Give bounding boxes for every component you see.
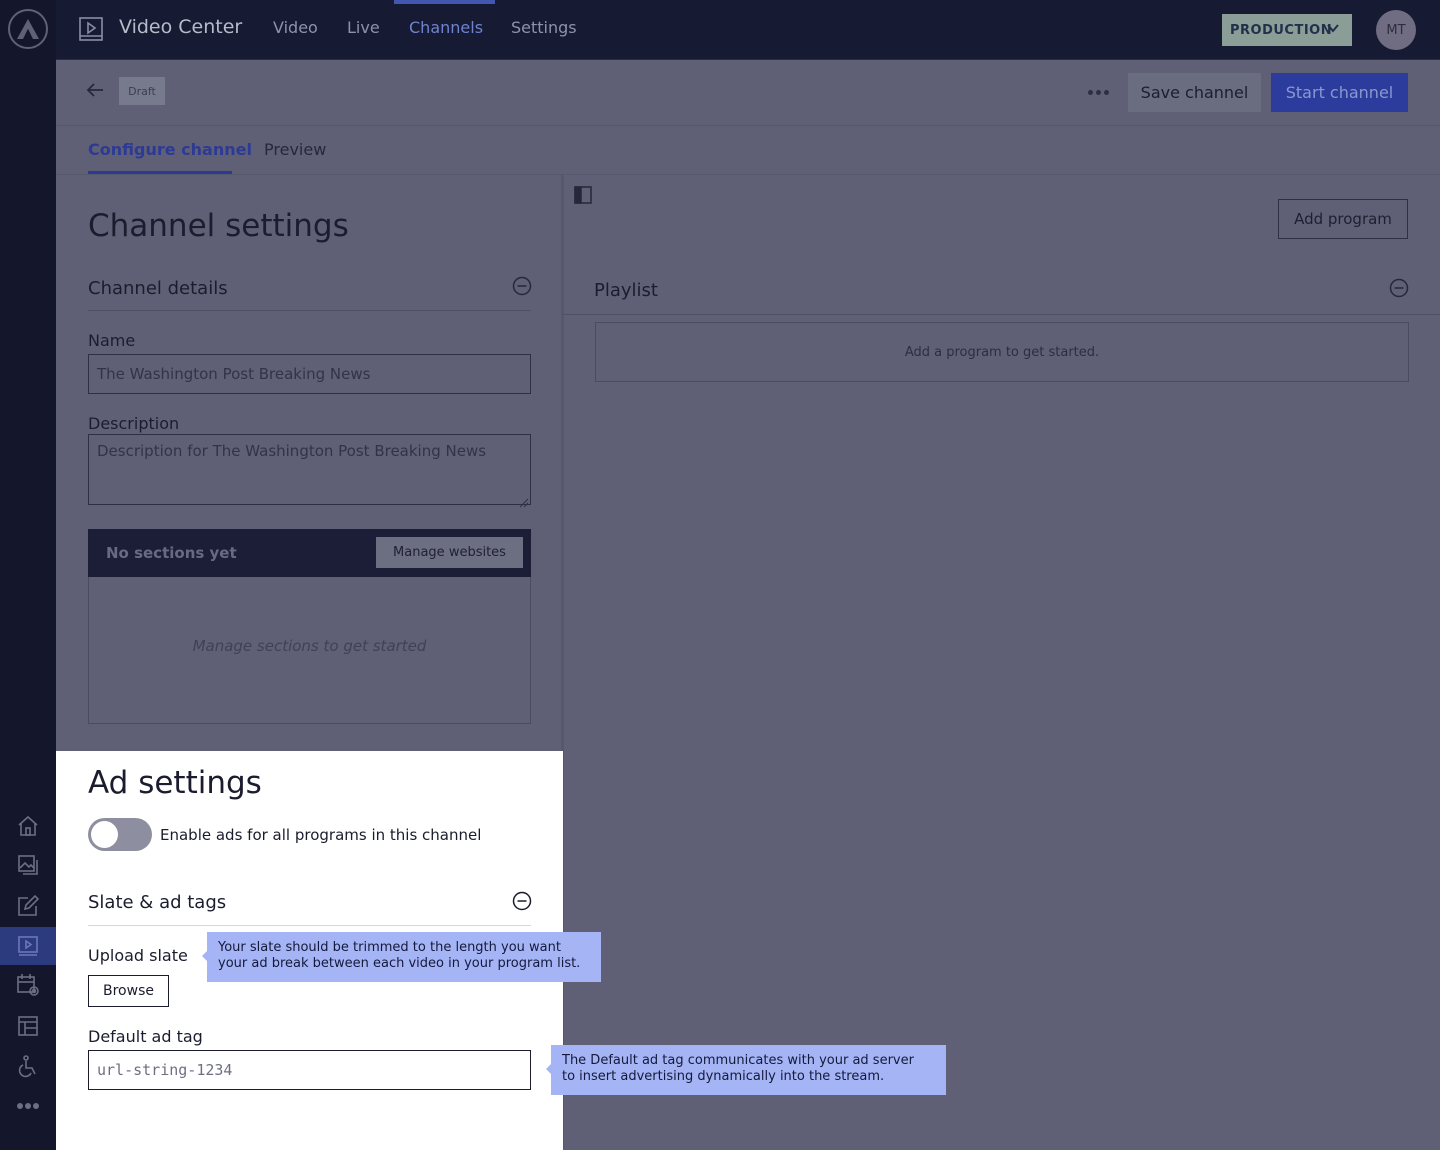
- arc-logo-icon[interactable]: [8, 9, 48, 49]
- user-avatar[interactable]: MT: [1376, 10, 1416, 50]
- video-center-app-icon: [78, 16, 104, 46]
- name-label: Name: [88, 331, 136, 350]
- more-options-icon[interactable]: [1088, 90, 1109, 95]
- upload-slate-label: Upload slate: [88, 946, 188, 965]
- tabs-divider: [56, 174, 1440, 175]
- status-badge: Draft: [119, 77, 165, 105]
- sections-title: No sections yet: [106, 544, 237, 562]
- header-divider: [56, 125, 1440, 126]
- add-program-button[interactable]: Add program: [1278, 199, 1408, 239]
- upload-slate-tooltip: Your slate should be trimmed to the leng…: [202, 932, 601, 982]
- nav-live[interactable]: Live: [347, 18, 380, 37]
- slate-divider: [88, 925, 531, 926]
- playlist-title: Playlist: [594, 280, 658, 301]
- default-ad-tag-label: Default ad tag: [88, 1027, 203, 1046]
- environment-label: PRODUCTION: [1230, 22, 1333, 38]
- video-center-icon[interactable]: [0, 927, 56, 965]
- manage-websites-button[interactable]: Manage websites: [376, 537, 523, 568]
- app-title: Video Center: [119, 16, 243, 38]
- chevron-down-icon: [1326, 21, 1340, 39]
- home-icon[interactable]: [0, 807, 56, 845]
- collapse-minus-icon[interactable]: [512, 276, 532, 300]
- sections-empty-state: Manage sections to get started: [88, 577, 531, 724]
- panel-toggle-icon[interactable]: [574, 186, 592, 208]
- description-textarea[interactable]: Description for The Washington Post Brea…: [88, 434, 531, 505]
- back-arrow-icon[interactable]: [86, 81, 104, 103]
- playlist-collapse-minus-icon[interactable]: [1389, 278, 1409, 302]
- layout-icon[interactable]: [0, 1007, 56, 1045]
- app-rail: [0, 0, 56, 1150]
- default-ad-tag-input[interactable]: url-string-1234: [88, 1050, 531, 1090]
- sections-header: No sections yet Manage websites: [88, 529, 531, 577]
- environment-selector[interactable]: PRODUCTION: [1222, 14, 1352, 46]
- top-nav-bar: Video Center Video Live Channels Setting…: [56, 0, 1440, 60]
- tooltip-line: The Default ad tag communicates with you…: [562, 1053, 914, 1068]
- start-channel-button[interactable]: Start channel: [1271, 73, 1408, 112]
- playlist-empty-state: Add a program to get started.: [595, 322, 1409, 382]
- sections-empty-text: Manage sections to get started: [192, 637, 427, 655]
- tooltip-line: to insert advertising dynamically into t…: [562, 1069, 885, 1084]
- default-ad-tag-tooltip: The Default ad tag communicates with you…: [546, 1045, 946, 1095]
- tooltip-line: your ad break between each video in your…: [218, 956, 581, 971]
- media-icon[interactable]: [0, 846, 56, 884]
- name-input[interactable]: The Washington Post Breaking News: [88, 354, 531, 394]
- more-icon[interactable]: [0, 1087, 56, 1125]
- slate-collapse-minus-icon[interactable]: [512, 891, 532, 915]
- accessibility-icon[interactable]: [0, 1047, 56, 1085]
- tooltip-line: Your slate should be trimmed to the leng…: [218, 940, 561, 955]
- page-title: Channel settings: [88, 208, 349, 244]
- edit-icon[interactable]: [0, 887, 56, 925]
- nav-active-indicator: [394, 0, 495, 4]
- enable-ads-toggle[interactable]: [88, 818, 152, 851]
- schedule-settings-icon[interactable]: [0, 966, 56, 1004]
- section-divider: [88, 310, 531, 311]
- nav-settings[interactable]: Settings: [511, 18, 577, 37]
- description-label: Description: [88, 414, 180, 433]
- playlist-divider: [563, 314, 1440, 315]
- channel-details-title: Channel details: [88, 278, 228, 299]
- tab-preview[interactable]: Preview: [264, 140, 326, 159]
- toggle-knob: [91, 821, 118, 848]
- ad-settings-title: Ad settings: [88, 765, 262, 801]
- nav-video[interactable]: Video: [273, 18, 318, 37]
- nav-channels[interactable]: Channels: [409, 18, 483, 37]
- enable-ads-label: Enable ads for all programs in this chan…: [160, 826, 482, 844]
- save-channel-button[interactable]: Save channel: [1128, 73, 1261, 112]
- browse-button[interactable]: Browse: [88, 975, 169, 1007]
- resize-handle-icon[interactable]: [519, 493, 529, 512]
- tab-configure-channel[interactable]: Configure channel: [88, 140, 252, 159]
- slate-ad-tags-title: Slate & ad tags: [88, 892, 227, 913]
